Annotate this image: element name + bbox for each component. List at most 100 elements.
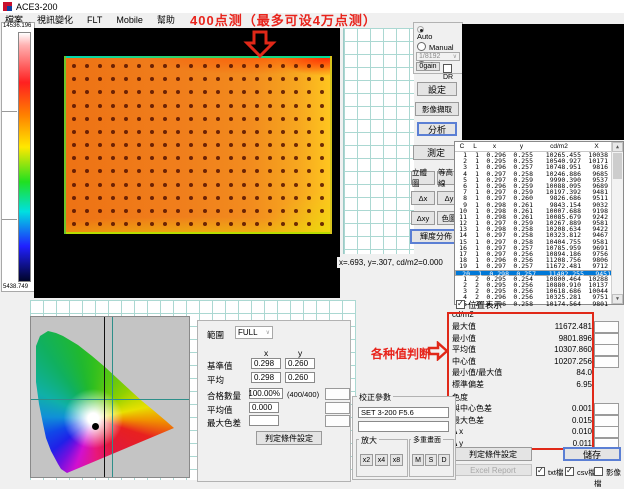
dr-checkbox[interactable]: DR xyxy=(443,63,462,81)
pass-percent-field[interactable]: 100.00% xyxy=(249,388,283,399)
menu-item-3[interactable]: Mobile xyxy=(116,15,143,25)
stat-row: 最小值/最大值84.0 xyxy=(452,367,592,379)
save-button[interactable]: 儲存 xyxy=(563,447,621,461)
image-capture-button[interactable]: 影像擷取 xyxy=(415,102,459,116)
multiscreen-s-button[interactable]: S xyxy=(425,454,437,466)
range-judge-setting-button[interactable]: 判定條件設定 xyxy=(256,431,322,445)
annotation-right-arrow-icon xyxy=(427,341,449,361)
table-cell: 1 xyxy=(469,263,481,269)
measurement-point-dot xyxy=(176,90,180,94)
table-body[interactable]: 110.2960.25510265.45510038210.2950.25510… xyxy=(455,152,623,307)
measurement-point-dot xyxy=(85,169,89,173)
measurement-point-dot xyxy=(255,169,259,173)
measurement-point-dot xyxy=(203,130,207,134)
table-row[interactable]: 1910.2970.25711672.4819712 xyxy=(455,263,623,269)
table-scrollbar[interactable]: ▲ ▼ xyxy=(611,142,623,304)
measurement-point-dot xyxy=(216,77,220,81)
multiscreen-d-button[interactable]: D xyxy=(438,454,450,466)
shutter-select[interactable]: 1/8192∨ xyxy=(416,52,460,61)
measurement-point-dot xyxy=(98,104,102,108)
menu-item-2[interactable]: FLT xyxy=(87,15,102,25)
measurement-point-dot xyxy=(124,143,128,147)
avg-diff-field[interactable]: 0.000 xyxy=(249,402,279,413)
measurement-point-dot xyxy=(163,117,167,121)
cie-crosshair-vertical xyxy=(112,317,113,477)
measurement-point-dot xyxy=(281,130,285,134)
scale-tick xyxy=(2,111,17,112)
radio-auto-icon xyxy=(417,26,424,33)
scroll-up-icon[interactable]: ▲ xyxy=(612,142,623,152)
stereo-button[interactable]: 立體圖 xyxy=(411,171,435,185)
measurement-point-dot xyxy=(150,143,154,147)
multiscreen-m-button[interactable]: M xyxy=(412,454,424,466)
zoom-x2-button[interactable]: x2 xyxy=(360,454,373,466)
annotation-points: 400点测（最多可设4万点测） xyxy=(190,10,377,29)
measurement-point-dot xyxy=(98,117,102,121)
measure-button[interactable]: 測定 xyxy=(413,145,459,160)
measurement-point-dot xyxy=(216,143,220,147)
stat-row: 與中心色差0.001 xyxy=(452,403,592,415)
image-file-checkbox[interactable]: 影像檔 xyxy=(594,466,624,489)
measurement-point-dot xyxy=(255,222,259,226)
measurement-point-dot xyxy=(268,169,272,173)
measurement-point-dot xyxy=(111,90,115,94)
measurement-point-dot xyxy=(85,64,89,68)
measurement-point-dot xyxy=(124,90,128,94)
judge-box xyxy=(594,415,619,427)
measurement-point-dot xyxy=(268,90,272,94)
txt-file-checkbox[interactable]: txt檔 xyxy=(536,466,563,478)
measurement-point-dot xyxy=(98,90,102,94)
measurement-point-dot xyxy=(72,169,76,173)
radio-auto[interactable]: Auto xyxy=(417,25,462,41)
measurement-point-dot xyxy=(229,143,233,147)
csv-file-checkbox[interactable]: csv檔 xyxy=(565,466,596,478)
stat-row: 中心值10207.256 xyxy=(452,356,592,368)
settings-button[interactable]: 設定 xyxy=(417,82,457,96)
calibration-title: 校正參數 xyxy=(357,392,393,403)
avg-diff-label: 平均值 xyxy=(207,404,233,416)
measurement-point-dot xyxy=(137,130,141,134)
gain-button[interactable]: 0gain xyxy=(416,62,440,71)
calibration-value2-field[interactable] xyxy=(358,421,449,432)
delta-x-button[interactable]: Δx xyxy=(411,191,435,205)
scroll-down-icon[interactable]: ▼ xyxy=(612,294,623,304)
measurement-point-dot xyxy=(98,183,102,187)
cie-chromaticity-diagram[interactable] xyxy=(30,316,190,478)
color-scale-gradient xyxy=(18,32,31,282)
table-cell: 9801 xyxy=(583,301,610,307)
stat-value: 0.001 xyxy=(572,404,592,413)
reference-y-field[interactable]: 0.260 xyxy=(285,358,315,369)
measurement-view[interactable] xyxy=(34,28,340,298)
luminance-heatmap[interactable] xyxy=(64,56,332,234)
range-select[interactable]: FULL∨ xyxy=(235,326,273,339)
measurement-point-dot xyxy=(229,130,233,134)
measurement-point-dot xyxy=(203,209,207,213)
radio-manual[interactable]: Manual xyxy=(417,41,462,52)
measurement-point-dot xyxy=(163,169,167,173)
calibration-value-field[interactable]: SET 3-200 F5.6 xyxy=(358,407,449,418)
dr-checkbox-icon xyxy=(443,64,452,73)
max-diff-field[interactable] xyxy=(249,415,279,426)
judge-setting-button[interactable]: 判定條件設定 xyxy=(454,447,532,461)
analyze-button[interactable]: 分析 xyxy=(417,122,457,136)
zoom-x4-button[interactable]: x4 xyxy=(375,454,388,466)
stat-value: 9801.896 xyxy=(559,334,592,343)
measurement-point-dot xyxy=(163,156,167,160)
measurement-point-dot xyxy=(85,143,89,147)
measurement-table[interactable]: CLxycd/m2X 110.2960.25510265.45510038210… xyxy=(454,141,624,305)
menu-item-4[interactable]: 幫助 xyxy=(157,13,175,26)
judge-box xyxy=(325,402,350,414)
scroll-thumb[interactable] xyxy=(613,153,622,179)
average-x-field[interactable]: 0.298 xyxy=(251,372,281,383)
measurement-point-dot xyxy=(137,169,141,173)
menu-item-1[interactable]: 視訊變化 xyxy=(37,13,73,26)
measurement-point-dot xyxy=(242,90,246,94)
table-header-cell: X xyxy=(583,142,610,151)
stat-label: 標準偏差 xyxy=(452,379,484,390)
average-y-field[interactable]: 0.260 xyxy=(285,372,315,383)
measurement-point-dot xyxy=(307,104,311,108)
reference-x-field[interactable]: 0.298 xyxy=(251,358,281,369)
zoom-x8-button[interactable]: x8 xyxy=(390,454,403,466)
delta-xy-button[interactable]: Δxy xyxy=(411,211,435,225)
measurement-point-dot xyxy=(163,222,167,226)
